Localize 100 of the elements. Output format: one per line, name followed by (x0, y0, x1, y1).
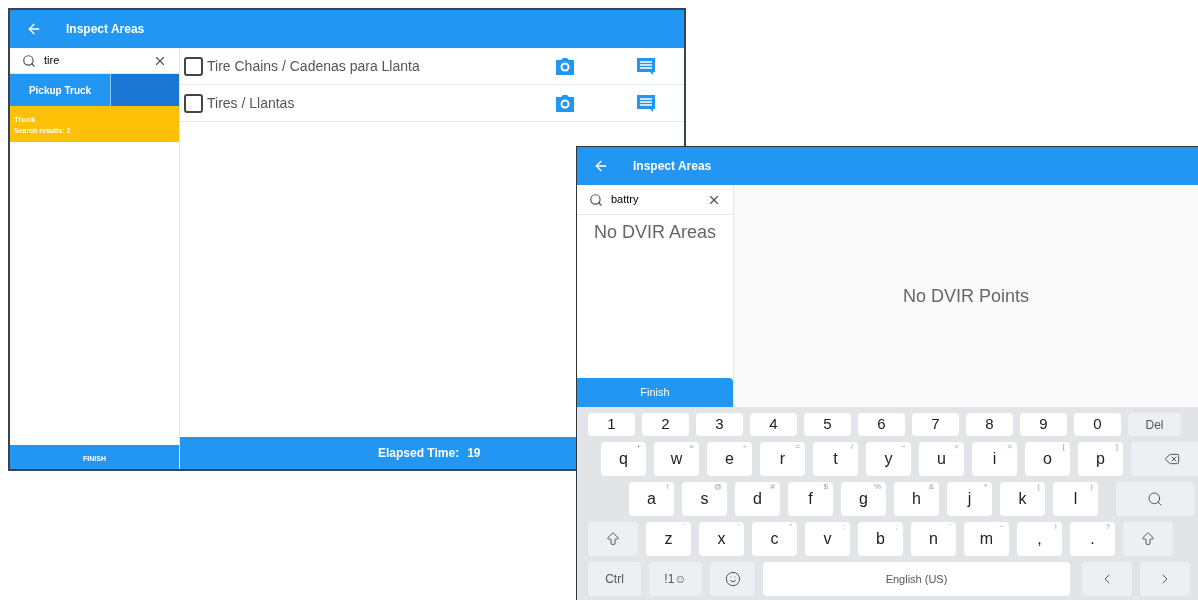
number-key[interactable]: 4 (750, 413, 797, 436)
key-hint: * (983, 483, 987, 491)
function-key[interactable] (588, 522, 638, 556)
key-label: m (979, 529, 994, 549)
checkbox[interactable] (184, 56, 203, 76)
letter-key[interactable]: o [ (1025, 442, 1070, 476)
number-key[interactable]: 1 (588, 413, 635, 436)
key-label: e (725, 449, 734, 469)
letter-key[interactable]: m ~ (964, 522, 1009, 556)
key-label: k (1018, 489, 1027, 509)
letter-key[interactable]: l ) (1053, 482, 1098, 516)
letter-key[interactable]: b ; (858, 522, 903, 556)
letter-key[interactable]: . ? (1070, 522, 1115, 556)
key-label: p (1096, 449, 1105, 469)
back-icon[interactable] (26, 21, 42, 37)
key-label: t (833, 449, 838, 469)
key-hint: # (770, 483, 775, 491)
key-hint: ! (1054, 523, 1057, 531)
key-hint: ) (1090, 483, 1093, 491)
empty-points-message: No DVIR Points (902, 284, 1029, 308)
letter-key[interactable]: a ! (629, 482, 674, 516)
function-key[interactable] (1123, 522, 1173, 556)
key-hint: " (789, 523, 792, 531)
key-hint: × (689, 443, 694, 451)
space-bar[interactable]: English (US) (763, 562, 1070, 596)
letter-key[interactable]: f $ (788, 482, 833, 516)
key-hint: % (873, 483, 881, 491)
screen-title: Inspect Areas (66, 21, 145, 38)
key-label: . (1090, 529, 1095, 549)
function-key[interactable]: !1☺ (649, 562, 702, 596)
letter-key[interactable]: c " (752, 522, 797, 556)
letter-key[interactable]: p ] (1078, 442, 1123, 476)
key-label: , (1037, 529, 1042, 549)
key-label: b (876, 529, 885, 549)
key-hint: + (636, 443, 641, 451)
letter-key[interactable]: w × (654, 442, 699, 476)
number-key[interactable]: 0 (1074, 413, 1121, 436)
key-hint: ; (895, 523, 898, 531)
function-key[interactable] (710, 562, 755, 596)
number-key[interactable]: 3 (696, 413, 743, 436)
letter-key[interactable]: v : (805, 522, 850, 556)
key-hint: [ (1062, 443, 1065, 451)
key-label: v (823, 529, 832, 549)
area-name: Truck (14, 114, 37, 126)
letter-key[interactable]: g % (841, 482, 886, 516)
number-key[interactable]: 9 (1020, 413, 1067, 436)
letter-key[interactable]: u < (919, 442, 964, 476)
letter-key[interactable]: y − (866, 442, 911, 476)
key-hint: ] (1115, 443, 1118, 451)
function-key[interactable] (1131, 442, 1198, 476)
letter-key[interactable]: z ` (646, 522, 691, 556)
key-label: n (929, 529, 938, 549)
number-key[interactable]: 2 (642, 413, 689, 436)
key-label: y (884, 449, 893, 469)
key-hint: − (901, 443, 906, 451)
letter-key[interactable]: k ( (1000, 482, 1045, 516)
key-hint: ' (737, 523, 739, 531)
checkbox[interactable] (184, 93, 203, 113)
key-hint: $ (823, 483, 828, 491)
letter-key[interactable]: h & (894, 482, 939, 516)
camera-icon[interactable] (555, 93, 575, 113)
letter-key[interactable]: e ÷ (707, 442, 752, 476)
comment-icon[interactable] (636, 56, 656, 76)
key-label: i (992, 449, 997, 469)
number-key[interactable]: 8 (966, 413, 1013, 436)
function-key[interactable]: Del (1128, 413, 1181, 436)
letter-key[interactable]: i > (972, 442, 1017, 476)
key-hint: / (850, 443, 853, 451)
camera-icon[interactable] (555, 56, 575, 76)
key-hint: : (842, 523, 845, 531)
letter-key[interactable]: d # (735, 482, 780, 516)
search-icon (22, 53, 36, 68)
number-key[interactable]: 6 (858, 413, 905, 436)
key-label: u (937, 449, 946, 469)
letter-key[interactable]: r = (760, 442, 805, 476)
letter-key[interactable]: n ' (911, 522, 956, 556)
letter-key[interactable]: q + (601, 442, 646, 476)
number-key[interactable]: 5 (804, 413, 851, 436)
letter-key[interactable]: j * (947, 482, 992, 516)
letter-key[interactable]: x ' (699, 522, 744, 556)
key-label: w (670, 449, 683, 469)
letter-key[interactable]: t / (813, 442, 858, 476)
key-label: d (753, 489, 762, 509)
key-hint: ? (1105, 523, 1110, 531)
letter-key[interactable]: s @ (682, 482, 727, 516)
key-hint: < (954, 443, 959, 451)
key-label: x (717, 529, 726, 549)
letter-key[interactable]: , ! (1017, 522, 1062, 556)
key-label: j (967, 489, 972, 509)
key-label: l (1073, 489, 1078, 509)
comment-icon[interactable] (636, 93, 656, 113)
search-value: battry (611, 192, 640, 208)
number-key[interactable]: 7 (912, 413, 959, 436)
smiley-icon (724, 571, 741, 587)
key-label: q (619, 449, 628, 469)
key-label: z (664, 529, 673, 549)
function-key[interactable]: Ctrl (588, 562, 641, 596)
elapsed-time-label: Elapsed Time: (378, 445, 460, 462)
back-icon[interactable] (593, 158, 609, 174)
shift-icon (605, 531, 621, 547)
